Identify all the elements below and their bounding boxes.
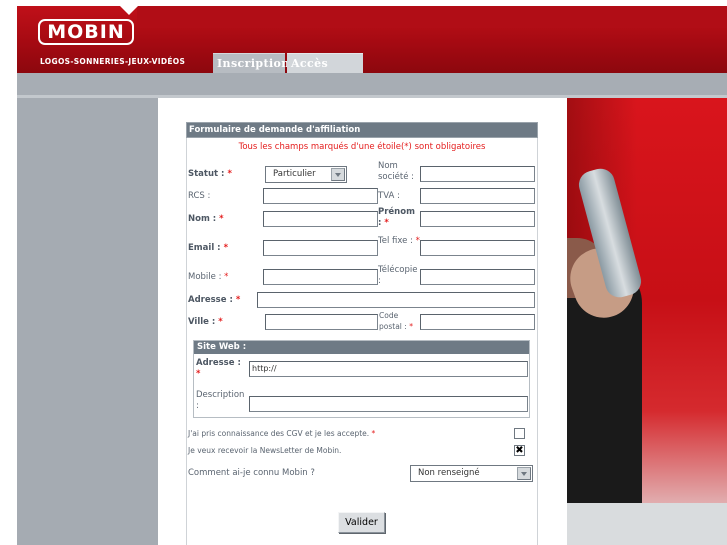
statut-selected: Particulier [273, 169, 316, 179]
valider-button[interactable]: Valider [338, 512, 385, 533]
tab-acces-client[interactable]: Accès client [287, 53, 363, 90]
cgv-label-text: J'ai pris connaissance des CGV et je les… [188, 429, 370, 438]
site-web-section: Site Web : Adresse : * http:// Descripti… [193, 340, 530, 418]
code-postal-input[interactable] [420, 314, 535, 330]
required-star: * [224, 272, 229, 282]
code-postal-label: Code postal : * [379, 310, 421, 332]
site-adresse-label: Adresse : * [196, 358, 246, 380]
required-star: * [218, 317, 223, 327]
ville-label: Ville : * [188, 317, 223, 328]
form-title: Formulaire de demande d'affiliation [186, 122, 538, 138]
site-description-input[interactable] [249, 396, 528, 412]
nom-input[interactable] [263, 211, 378, 227]
nom-societe-input[interactable] [420, 166, 535, 182]
source-selected: Non renseigné [418, 468, 480, 478]
site-adresse-input[interactable]: http:// [249, 361, 528, 377]
tva-label: TVA : [378, 191, 400, 201]
cgv-checkbox[interactable] [514, 428, 525, 439]
adresse-label: Adresse : * [188, 295, 240, 306]
tel-fixe-label-text: Tel fixe : [378, 236, 413, 246]
nom-societe-label: Nom société : [378, 161, 415, 182]
adresse-label-text: Adresse : [188, 295, 233, 305]
left-sidebar [17, 98, 158, 545]
mobile-label: Mobile : * [188, 272, 228, 283]
header-notch [120, 6, 138, 15]
newsletter-label: Je veux recevoir la NewsLetter de Mobin. [188, 446, 342, 455]
promo-photo [567, 98, 727, 545]
site-description-label: Description : [196, 390, 245, 411]
prenom-input[interactable] [420, 211, 535, 227]
nom-label-text: Nom : [188, 214, 217, 224]
photo-floor [567, 503, 727, 545]
tva-input[interactable] [420, 188, 535, 204]
tagline: LOGOS-SONNERIES-JEUX-VIDÉOS [40, 57, 186, 66]
required-star: * [219, 214, 224, 224]
mobile-input[interactable] [263, 269, 378, 285]
mobile-label-text: Mobile : [188, 272, 222, 282]
required-star: * [384, 218, 389, 228]
email-input[interactable] [263, 240, 378, 256]
site-adresse-label-text: Adresse : [196, 358, 241, 368]
nom-label: Nom : * [188, 214, 224, 225]
statut-label: Statut : * [188, 169, 232, 180]
adresse-input[interactable] [257, 292, 535, 308]
code-postal-label-text: Code postal : [379, 311, 407, 331]
telecopie-input[interactable] [420, 269, 535, 285]
site-web-title: Site Web : [194, 341, 529, 354]
required-note: Tous les champs marqués d'une étoile(*) … [238, 142, 486, 152]
chevron-down-icon[interactable] [331, 168, 345, 181]
prenom-label: Prénom : * [378, 207, 420, 229]
tel-fixe-input[interactable] [420, 240, 535, 256]
mobin-logo[interactable]: MOBIN [38, 19, 134, 45]
required-star: * [371, 429, 376, 438]
required-star: * [235, 295, 241, 305]
statut-select[interactable]: Particulier [265, 166, 347, 183]
site-header: MOBIN LOGOS-SONNERIES-JEUX-VIDÉOS Inscri… [0, 0, 727, 90]
newsletter-checkbox[interactable]: ✖ [514, 445, 525, 456]
telecopie-label: Télécopie : [378, 265, 418, 286]
nav-bar [17, 73, 727, 95]
affiliation-form: Formulaire de demande d'affiliation Tous… [158, 98, 567, 545]
statut-label-text: Statut : [188, 169, 225, 179]
tel-fixe-label: Tel fixe : * [378, 236, 420, 247]
email-label: Email : * [188, 243, 228, 254]
cgv-label: J'ai pris connaissance des CGV et je les… [188, 428, 375, 439]
ville-input[interactable] [265, 314, 378, 330]
rcs-label: RCS : [188, 191, 211, 201]
required-star: * [227, 169, 232, 179]
ville-label-text: Ville : [188, 317, 216, 327]
required-star: * [196, 369, 201, 379]
email-label-text: Email : [188, 243, 221, 253]
source-select[interactable]: Non renseigné [410, 465, 533, 482]
tab-inscription[interactable]: Inscription [213, 53, 289, 73]
chevron-down-icon[interactable] [517, 467, 531, 480]
header-strip [137, 6, 727, 28]
required-star: * [223, 243, 229, 253]
rcs-input[interactable] [263, 188, 378, 204]
required-star: * [409, 322, 413, 331]
source-label: Comment ai-je connu Mobin ? [188, 468, 315, 478]
